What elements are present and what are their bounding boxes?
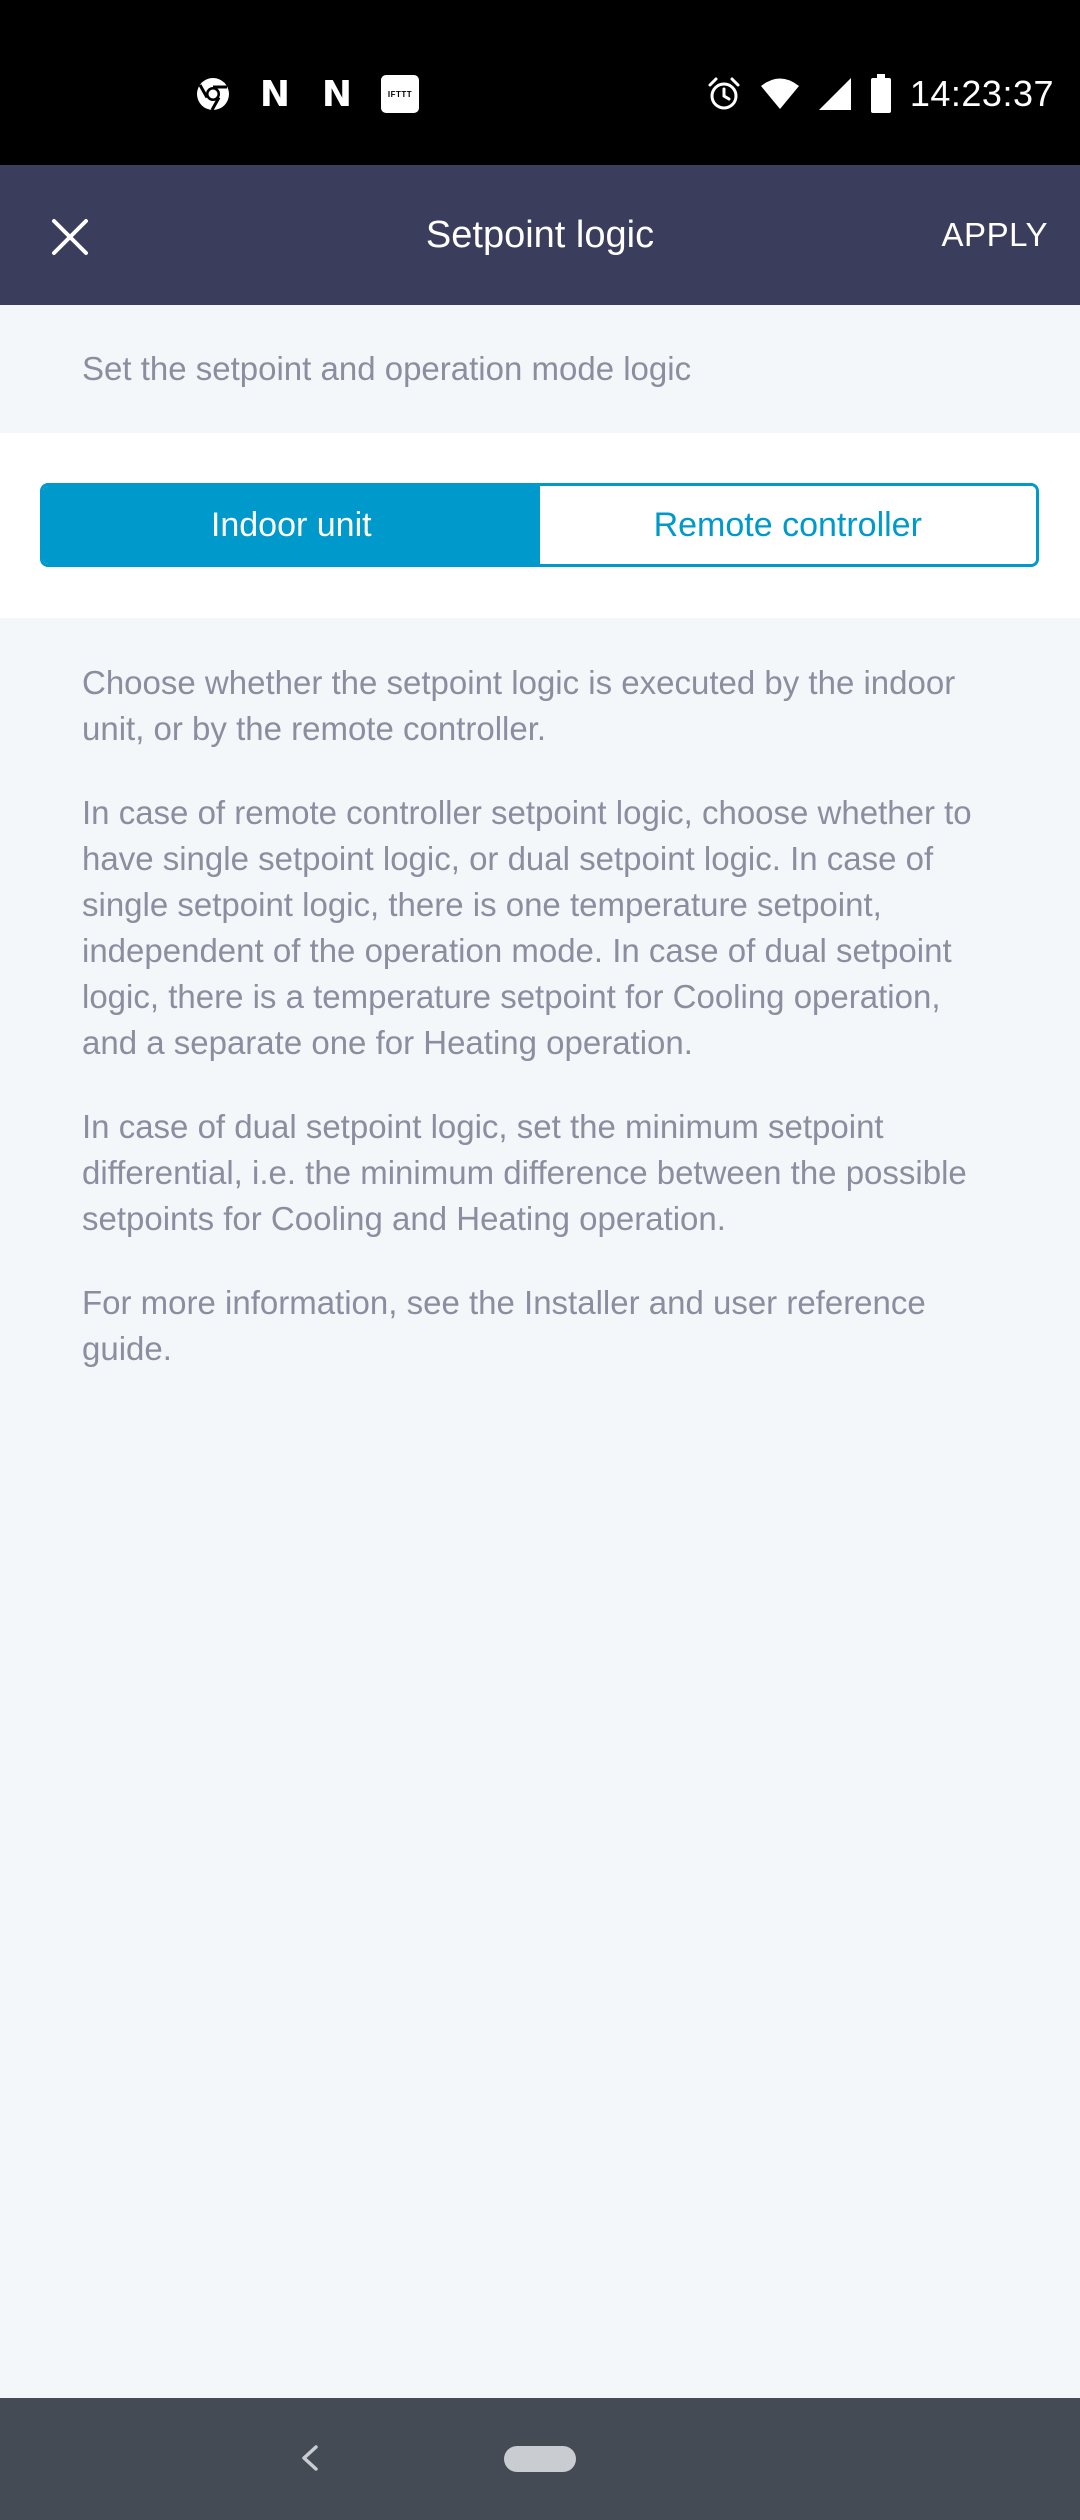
close-icon	[52, 219, 88, 255]
description-paragraph: In case of remote controller setpoint lo…	[82, 794, 972, 1061]
battery-icon	[870, 74, 892, 114]
n-icon: N	[321, 73, 353, 115]
page-title: Setpoint logic	[425, 213, 655, 256]
system-icons: 14:23:37	[706, 70, 1054, 118]
apply-button[interactable]: APPLY	[922, 195, 1048, 275]
ifttt-icon: IFTTT	[381, 75, 419, 113]
segment-indoor-unit[interactable]: Indoor unit	[43, 486, 540, 564]
close-button[interactable]	[38, 205, 102, 269]
subtitle-section: Set the setpoint and operation mode logi…	[0, 305, 1080, 433]
app-screen: N N IFTTT 14:23:37 Setpoint logic APPLY …	[0, 0, 1080, 2520]
description-paragraph: Choose whether the setpoint logic is exe…	[82, 664, 956, 747]
page-subtitle: Set the setpoint and operation mode logi…	[82, 350, 692, 387]
navigation-bar	[0, 2398, 1080, 2520]
setpoint-logic-toggle: Indoor unit Remote controller	[40, 483, 1039, 567]
segment-remote-controller[interactable]: Remote controller	[539, 486, 1036, 564]
description-paragraph: For more information, see the Installer …	[82, 1284, 926, 1367]
description-text: Choose whether the setpoint logic is exe…	[82, 660, 1002, 1410]
signal-icon	[818, 77, 852, 111]
description-paragraph: In case of dual setpoint logic, set the …	[82, 1108, 967, 1237]
home-pill-icon[interactable]	[504, 2446, 576, 2472]
chevron-left-icon	[302, 2445, 318, 2471]
notification-icons: N N IFTTT	[195, 70, 419, 118]
chrome-icon	[195, 76, 231, 112]
status-time: 14:23:37	[909, 73, 1054, 114]
status-bar: N N IFTTT 14:23:37	[0, 0, 1080, 165]
app-header: Setpoint logic APPLY	[0, 165, 1080, 305]
n-icon: N	[259, 73, 291, 115]
alarm-icon	[706, 76, 742, 112]
back-button[interactable]	[280, 2428, 340, 2488]
segment-section: Indoor unit Remote controller	[0, 433, 1080, 618]
wifi-icon	[760, 77, 800, 111]
